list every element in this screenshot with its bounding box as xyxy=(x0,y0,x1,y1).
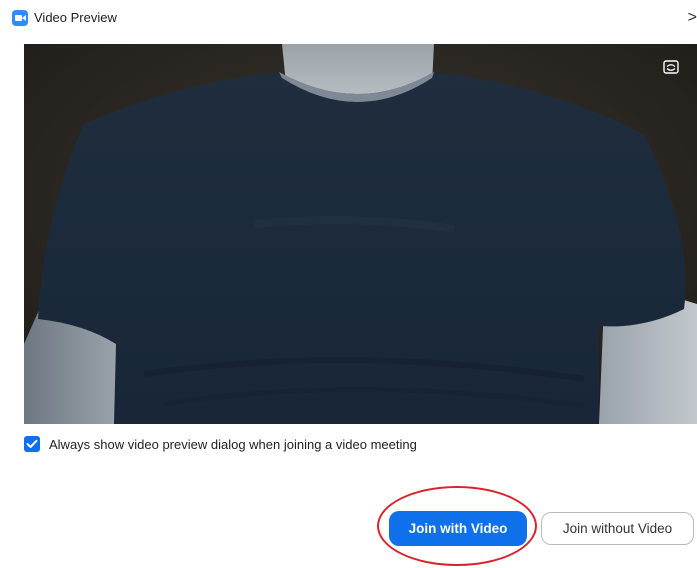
title-bar: Video Preview > xyxy=(0,0,697,36)
join-with-video-button[interactable]: Join with Video xyxy=(389,511,527,546)
always-show-preview-checkbox[interactable] xyxy=(24,436,40,452)
close-button[interactable]: > xyxy=(683,6,697,30)
zoom-camera-icon xyxy=(12,10,28,26)
join-without-video-button[interactable]: Join without Video xyxy=(541,512,694,545)
video-preview xyxy=(24,44,697,424)
checkmark-icon xyxy=(26,439,38,448)
always-show-preview-option: Always show video preview dialog when jo… xyxy=(24,434,417,454)
switch-camera-icon[interactable] xyxy=(663,60,679,74)
camera-feed-image xyxy=(24,44,697,424)
always-show-preview-label: Always show video preview dialog when jo… xyxy=(49,436,417,452)
video-preview-dialog: Video Preview > Always show video previe… xyxy=(0,0,697,568)
window-title: Video Preview xyxy=(34,10,117,25)
